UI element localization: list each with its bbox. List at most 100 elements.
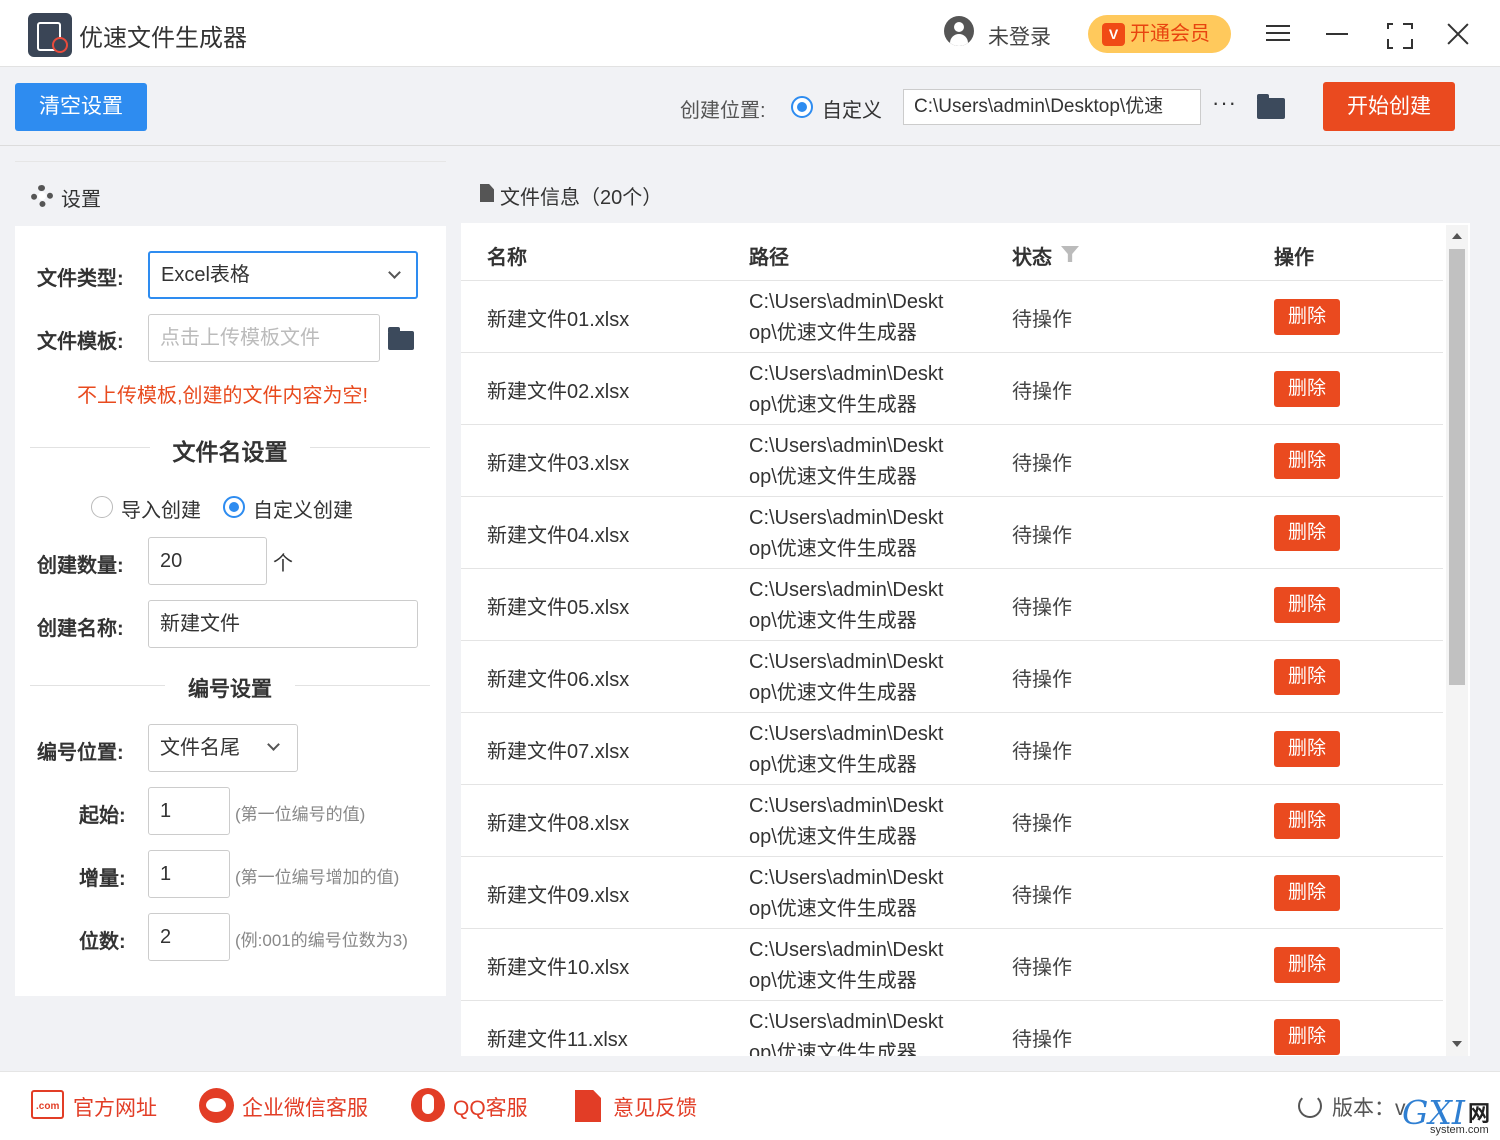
delete-button[interactable]: 删除 [1274, 587, 1340, 623]
title-bar: 优速文件生成器 未登录 V 开通会员 [0, 0, 1500, 67]
maximize-icon[interactable] [1378, 14, 1418, 54]
more-options-icon[interactable]: ··· [1212, 90, 1237, 116]
location-label: 创建位置: [680, 100, 766, 122]
scroll-down-icon[interactable] [1452, 1041, 1462, 1047]
file-status-cell: 待操作 [1012, 525, 1072, 547]
step-input[interactable]: 1 [148, 850, 230, 898]
delete-button[interactable]: 删除 [1274, 803, 1340, 839]
delete-button[interactable]: 删除 [1274, 299, 1340, 335]
delete-button[interactable]: 删除 [1274, 1019, 1340, 1055]
file-name-cell: 新建文件10.xlsx [487, 957, 630, 979]
template-warning: 不上传模板,创建的文件内容为空! [77, 385, 369, 407]
file-info-panel: 文件信息（20个） 名称 路径 状态 操作 新建文件01.xlsx C:\User… [461, 161, 1470, 1056]
qq-icon[interactable] [411, 1088, 445, 1122]
name-label: 创建名称: [37, 618, 124, 640]
file-path-line: C:\Users\admin\Deskt [749, 579, 944, 601]
delete-button[interactable]: 删除 [1274, 659, 1340, 695]
website-link[interactable]: 官方网址 [73, 1092, 157, 1122]
file-path-cell: C:\Users\admin\Deskt op\优速文件生成器 [749, 287, 979, 349]
file-status-cell: 待操作 [1012, 1029, 1072, 1051]
watermark-domain: system.com [1430, 1124, 1489, 1136]
file-path-cell: C:\Users\admin\Deskt op\优速文件生成器 [749, 359, 979, 421]
delete-button[interactable]: 删除 [1274, 371, 1340, 407]
scroll-thumb[interactable] [1449, 249, 1465, 685]
table-scrollbar[interactable] [1446, 225, 1468, 1056]
start-input[interactable]: 1 [148, 787, 230, 835]
browse-folder-icon[interactable] [1257, 94, 1285, 119]
table-row: 新建文件01.xlsx C:\Users\admin\Deskt op\优速文件生成… [461, 280, 1443, 352]
refresh-icon[interactable] [1298, 1094, 1322, 1118]
close-icon[interactable] [1438, 14, 1478, 54]
file-path-line: op\优速文件生成器 [749, 970, 917, 992]
vip-badge-icon: V [1102, 23, 1125, 46]
user-avatar-icon[interactable] [944, 16, 974, 46]
number-position-select[interactable]: 文件名尾 [148, 724, 298, 772]
wechat-icon[interactable] [199, 1088, 234, 1123]
file-path-line: op\优速文件生成器 [749, 394, 917, 416]
file-name-cell: 新建文件11.xlsx [487, 1029, 628, 1051]
import-create-radio[interactable] [91, 496, 113, 518]
file-status-cell: 待操作 [1012, 381, 1072, 403]
delete-button[interactable]: 删除 [1274, 515, 1340, 551]
file-path-cell: C:\Users\admin\Deskt op\优速文件生成器 [749, 719, 979, 781]
table-row: 新建文件02.xlsx C:\Users\admin\Deskt op\优速文件生成… [461, 352, 1443, 424]
file-path-cell: C:\Users\admin\Deskt op\优速文件生成器 [749, 647, 979, 709]
template-folder-icon[interactable] [388, 327, 414, 350]
import-create-label[interactable]: 导入创建 [121, 494, 201, 523]
footer-bar: .com 官方网址 企业微信客服 QQ客服 意见反馈 版本：v [0, 1071, 1500, 1140]
file-name-cell: 新建文件02.xlsx [487, 381, 630, 403]
feedback-icon[interactable] [575, 1090, 601, 1122]
table-row: 新建文件10.xlsx C:\Users\admin\Deskt op\优速文件生成… [461, 928, 1443, 1000]
feedback-link[interactable]: 意见反馈 [613, 1092, 697, 1122]
filter-icon[interactable] [1061, 246, 1079, 262]
file-status-cell: 待操作 [1012, 453, 1072, 475]
divider [310, 447, 430, 448]
file-status-cell: 待操作 [1012, 741, 1072, 763]
file-name-cell: 新建文件01.xlsx [487, 309, 630, 331]
wechat-support-link[interactable]: 企业微信客服 [242, 1092, 368, 1122]
column-header-name: 名称 [487, 247, 527, 269]
website-icon[interactable]: .com [31, 1090, 64, 1119]
file-path-line: op\优速文件生成器 [749, 754, 917, 776]
count-input[interactable]: 20 [148, 537, 267, 585]
digits-input[interactable]: 2 [148, 913, 230, 961]
file-status-cell: 待操作 [1012, 309, 1072, 331]
name-input[interactable]: 新建文件 [148, 600, 418, 648]
qq-support-link[interactable]: QQ客服 [453, 1092, 528, 1122]
location-custom-radio[interactable] [791, 96, 813, 118]
scroll-up-icon[interactable] [1452, 233, 1462, 239]
minimize-icon[interactable] [1318, 14, 1358, 54]
file-path-cell: C:\Users\admin\Deskt op\优速文件生成器 [749, 575, 979, 637]
custom-create-label[interactable]: 自定义创建 [253, 494, 353, 523]
divider [30, 685, 165, 686]
login-status[interactable]: 未登录 [988, 21, 1051, 51]
file-name-cell: 新建文件09.xlsx [487, 885, 630, 907]
custom-create-radio[interactable] [223, 496, 245, 518]
file-status-cell: 待操作 [1012, 885, 1072, 907]
start-create-button[interactable]: 开始创建 [1323, 82, 1455, 131]
vip-button[interactable]: V 开通会员 [1088, 15, 1231, 53]
template-input[interactable]: 点击上传模板文件 [148, 314, 380, 362]
file-status-cell: 待操作 [1012, 669, 1072, 691]
file-type-select[interactable]: Excel表格 [148, 251, 418, 299]
chevron-down-icon [267, 738, 280, 751]
location-custom-label[interactable]: 自定义 [822, 94, 882, 123]
delete-button[interactable]: 删除 [1274, 443, 1340, 479]
table-row: 新建文件09.xlsx C:\Users\admin\Deskt op\优速文件生成… [461, 856, 1443, 928]
clear-settings-button[interactable]: 清空设置 [15, 83, 147, 131]
file-path-line: op\优速文件生成器 [749, 538, 917, 560]
file-type-value: Excel表格 [161, 264, 250, 286]
app-title: 优速文件生成器 [79, 25, 247, 52]
gear-icon [31, 185, 53, 207]
file-path-cell: C:\Users\admin\Deskt op\优速文件生成器 [749, 935, 979, 997]
delete-button[interactable]: 删除 [1274, 947, 1340, 983]
count-unit: 个 [273, 553, 293, 575]
chevron-down-icon [388, 266, 401, 279]
delete-button[interactable]: 删除 [1274, 875, 1340, 911]
number-position-label: 编号位置: [37, 742, 124, 764]
output-path-input[interactable]: C:\Users\admin\Desktop\优速 [903, 89, 1201, 125]
file-path-line: op\优速文件生成器 [749, 610, 917, 632]
column-header-action: 操作 [1274, 247, 1314, 269]
menu-icon[interactable] [1258, 14, 1298, 54]
delete-button[interactable]: 删除 [1274, 731, 1340, 767]
